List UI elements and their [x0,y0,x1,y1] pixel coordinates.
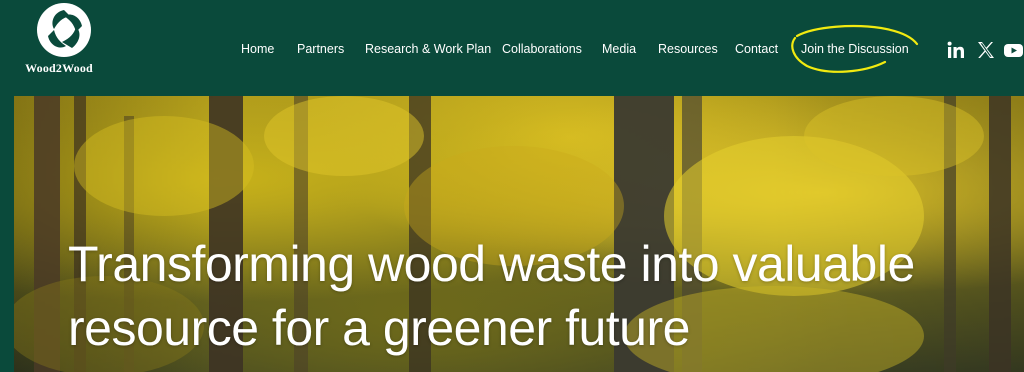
nav-item-home[interactable]: Home [241,42,274,56]
logo[interactable]: Wood2Wood [14,2,100,78]
x-icon[interactable] [976,40,996,60]
nav-item-collaborations[interactable]: Collaborations [502,42,582,56]
nav-item-research-work-plan[interactable]: Research & Work Plan [365,42,491,56]
nav-item-contact[interactable]: Contact [735,42,778,56]
nav-item-join-the-discussion[interactable]: Join the Discussion [801,42,909,56]
hero-banner: Transforming wood waste into valuable re… [14,96,1024,372]
leaf-circle-icon [37,3,91,57]
youtube-icon[interactable] [1003,40,1024,60]
hero-title: Transforming wood waste into valuable re… [68,236,915,356]
site-header: Wood2Wood Home Partners Research & Work … [0,0,1024,96]
brand-name: Wood2Wood [25,61,93,75]
nav-item-resources[interactable]: Resources [658,42,718,56]
nav-item-partners[interactable]: Partners [297,42,344,56]
nav-item-media[interactable]: Media [602,42,636,56]
linkedin-icon[interactable] [946,40,966,60]
